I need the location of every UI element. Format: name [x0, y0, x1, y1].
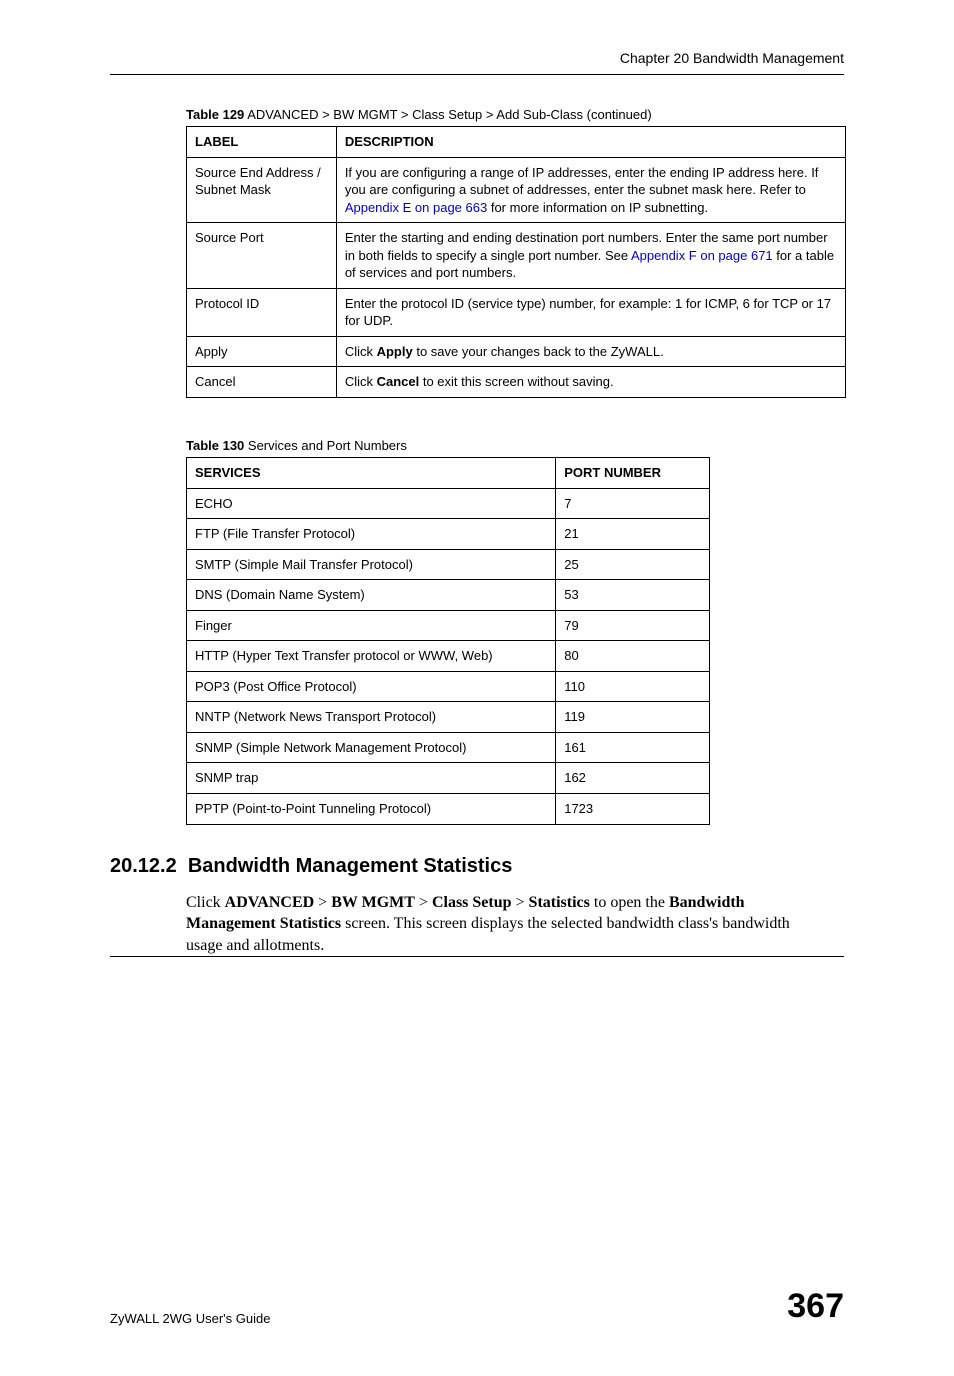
table-row: Apply Click Apply to save your changes b… [187, 336, 846, 367]
cell-service: SNMP (Simple Network Management Protocol… [187, 732, 556, 763]
cell-port: 21 [556, 519, 710, 550]
desc-text: Click [345, 374, 377, 389]
cell-service: HTTP (Hyper Text Transfer protocol or WW… [187, 641, 556, 672]
cell-port: 53 [556, 580, 710, 611]
cell-label: Apply [187, 336, 337, 367]
cell-service: SNMP trap [187, 763, 556, 794]
table-row: ECHO7 [187, 488, 710, 519]
table-row: DNS (Domain Name System)53 [187, 580, 710, 611]
cell-service: PPTP (Point-to-Point Tunneling Protocol) [187, 794, 556, 825]
footer-page-number: 367 [787, 1287, 844, 1326]
appendix-link[interactable]: Appendix F on page 671 [631, 248, 773, 263]
section-number: 20.12.2 [110, 855, 177, 877]
cell-port: 110 [556, 671, 710, 702]
para-text: > [512, 894, 529, 911]
table-130-caption-bold: Table 130 [186, 438, 244, 453]
desc-text: If you are configuring a range of IP add… [345, 165, 819, 198]
desc-text: to exit this screen without saving. [419, 374, 613, 389]
header-rule [110, 74, 844, 75]
table-129-caption-bold: Table 129 [186, 107, 244, 122]
table-row: Cancel Click Cancel to exit this screen … [187, 367, 846, 398]
table-row: FTP (File Transfer Protocol)21 [187, 519, 710, 550]
footer-rule [110, 956, 844, 957]
cell-label: Source End Address / Subnet Mask [187, 157, 337, 223]
cell-service: SMTP (Simple Mail Transfer Protocol) [187, 549, 556, 580]
para-text: to open the [590, 894, 669, 911]
table-130-caption: Table 130 Services and Port Numbers [186, 438, 844, 453]
footer-guide-name: ZyWALL 2WG User's Guide [110, 1311, 270, 1326]
table-129: LABEL DESCRIPTION Source End Address / S… [186, 126, 846, 398]
cell-service: ECHO [187, 488, 556, 519]
desc-text: for more information on IP subnetting. [487, 200, 708, 215]
table-130-header-services: SERVICES [187, 458, 556, 489]
cell-desc: Enter the protocol ID (service type) num… [336, 288, 845, 336]
cell-desc: If you are configuring a range of IP add… [336, 157, 845, 223]
cell-service: FTP (File Transfer Protocol) [187, 519, 556, 550]
section-paragraph: Click ADVANCED > BW MGMT > Class Setup >… [186, 892, 814, 957]
cell-service: Finger [187, 610, 556, 641]
cell-desc: Click Apply to save your changes back to… [336, 336, 845, 367]
page-footer: ZyWALL 2WG User's Guide 367 [0, 1287, 954, 1326]
cell-port: 119 [556, 702, 710, 733]
desc-text: to save your changes back to the ZyWALL. [413, 344, 664, 359]
desc-bold: Apply [377, 344, 413, 359]
para-text: Click [186, 894, 225, 911]
table-130-header-port: PORT NUMBER [556, 458, 710, 489]
para-text: > [415, 894, 432, 911]
table-129-caption-text: ADVANCED > BW MGMT > Class Setup > Add S… [244, 107, 651, 122]
table-row: SMTP (Simple Mail Transfer Protocol)25 [187, 549, 710, 580]
table-row: PPTP (Point-to-Point Tunneling Protocol)… [187, 794, 710, 825]
table-129-header-label: LABEL [187, 127, 337, 158]
para-bold: BW MGMT [331, 894, 415, 911]
table-row: NNTP (Network News Transport Protocol)11… [187, 702, 710, 733]
table-row: Finger79 [187, 610, 710, 641]
cell-port: 25 [556, 549, 710, 580]
desc-bold: Cancel [377, 374, 420, 389]
cell-port: 80 [556, 641, 710, 672]
para-bold: Statistics [529, 894, 590, 911]
cell-service: NNTP (Network News Transport Protocol) [187, 702, 556, 733]
table-130: SERVICES PORT NUMBER ECHO7FTP (File Tran… [186, 457, 710, 825]
cell-port: 79 [556, 610, 710, 641]
cell-service: POP3 (Post Office Protocol) [187, 671, 556, 702]
table-row: HTTP (Hyper Text Transfer protocol or WW… [187, 641, 710, 672]
cell-label: Cancel [187, 367, 337, 398]
cell-label: Protocol ID [187, 288, 337, 336]
cell-port: 161 [556, 732, 710, 763]
table-row: Source Port Enter the starting and endin… [187, 223, 846, 289]
para-bold: ADVANCED [225, 894, 315, 911]
para-bold: Class Setup [432, 894, 512, 911]
desc-text: Click [345, 344, 377, 359]
table-130-caption-text: Services and Port Numbers [244, 438, 407, 453]
cell-label: Source Port [187, 223, 337, 289]
cell-port: 7 [556, 488, 710, 519]
table-row: POP3 (Post Office Protocol)110 [187, 671, 710, 702]
table-129-caption: Table 129 ADVANCED > BW MGMT > Class Set… [186, 107, 844, 122]
table-row: Source End Address / Subnet Mask If you … [187, 157, 846, 223]
table-row: SNMP (Simple Network Management Protocol… [187, 732, 710, 763]
section-title: Bandwidth Management Statistics [188, 855, 513, 877]
cell-desc: Click Cancel to exit this screen without… [336, 367, 845, 398]
table-row: Protocol ID Enter the protocol ID (servi… [187, 288, 846, 336]
table-129-header-description: DESCRIPTION [336, 127, 845, 158]
page-header: Chapter 20 Bandwidth Management [110, 50, 844, 66]
cell-port: 162 [556, 763, 710, 794]
table-row: SNMP trap162 [187, 763, 710, 794]
section-heading: 20.12.2 Bandwidth Management Statistics [110, 855, 844, 878]
appendix-link[interactable]: Appendix E on page 663 [345, 200, 487, 215]
cell-service: DNS (Domain Name System) [187, 580, 556, 611]
para-text: > [314, 894, 331, 911]
cell-desc: Enter the starting and ending destinatio… [336, 223, 845, 289]
cell-port: 1723 [556, 794, 710, 825]
